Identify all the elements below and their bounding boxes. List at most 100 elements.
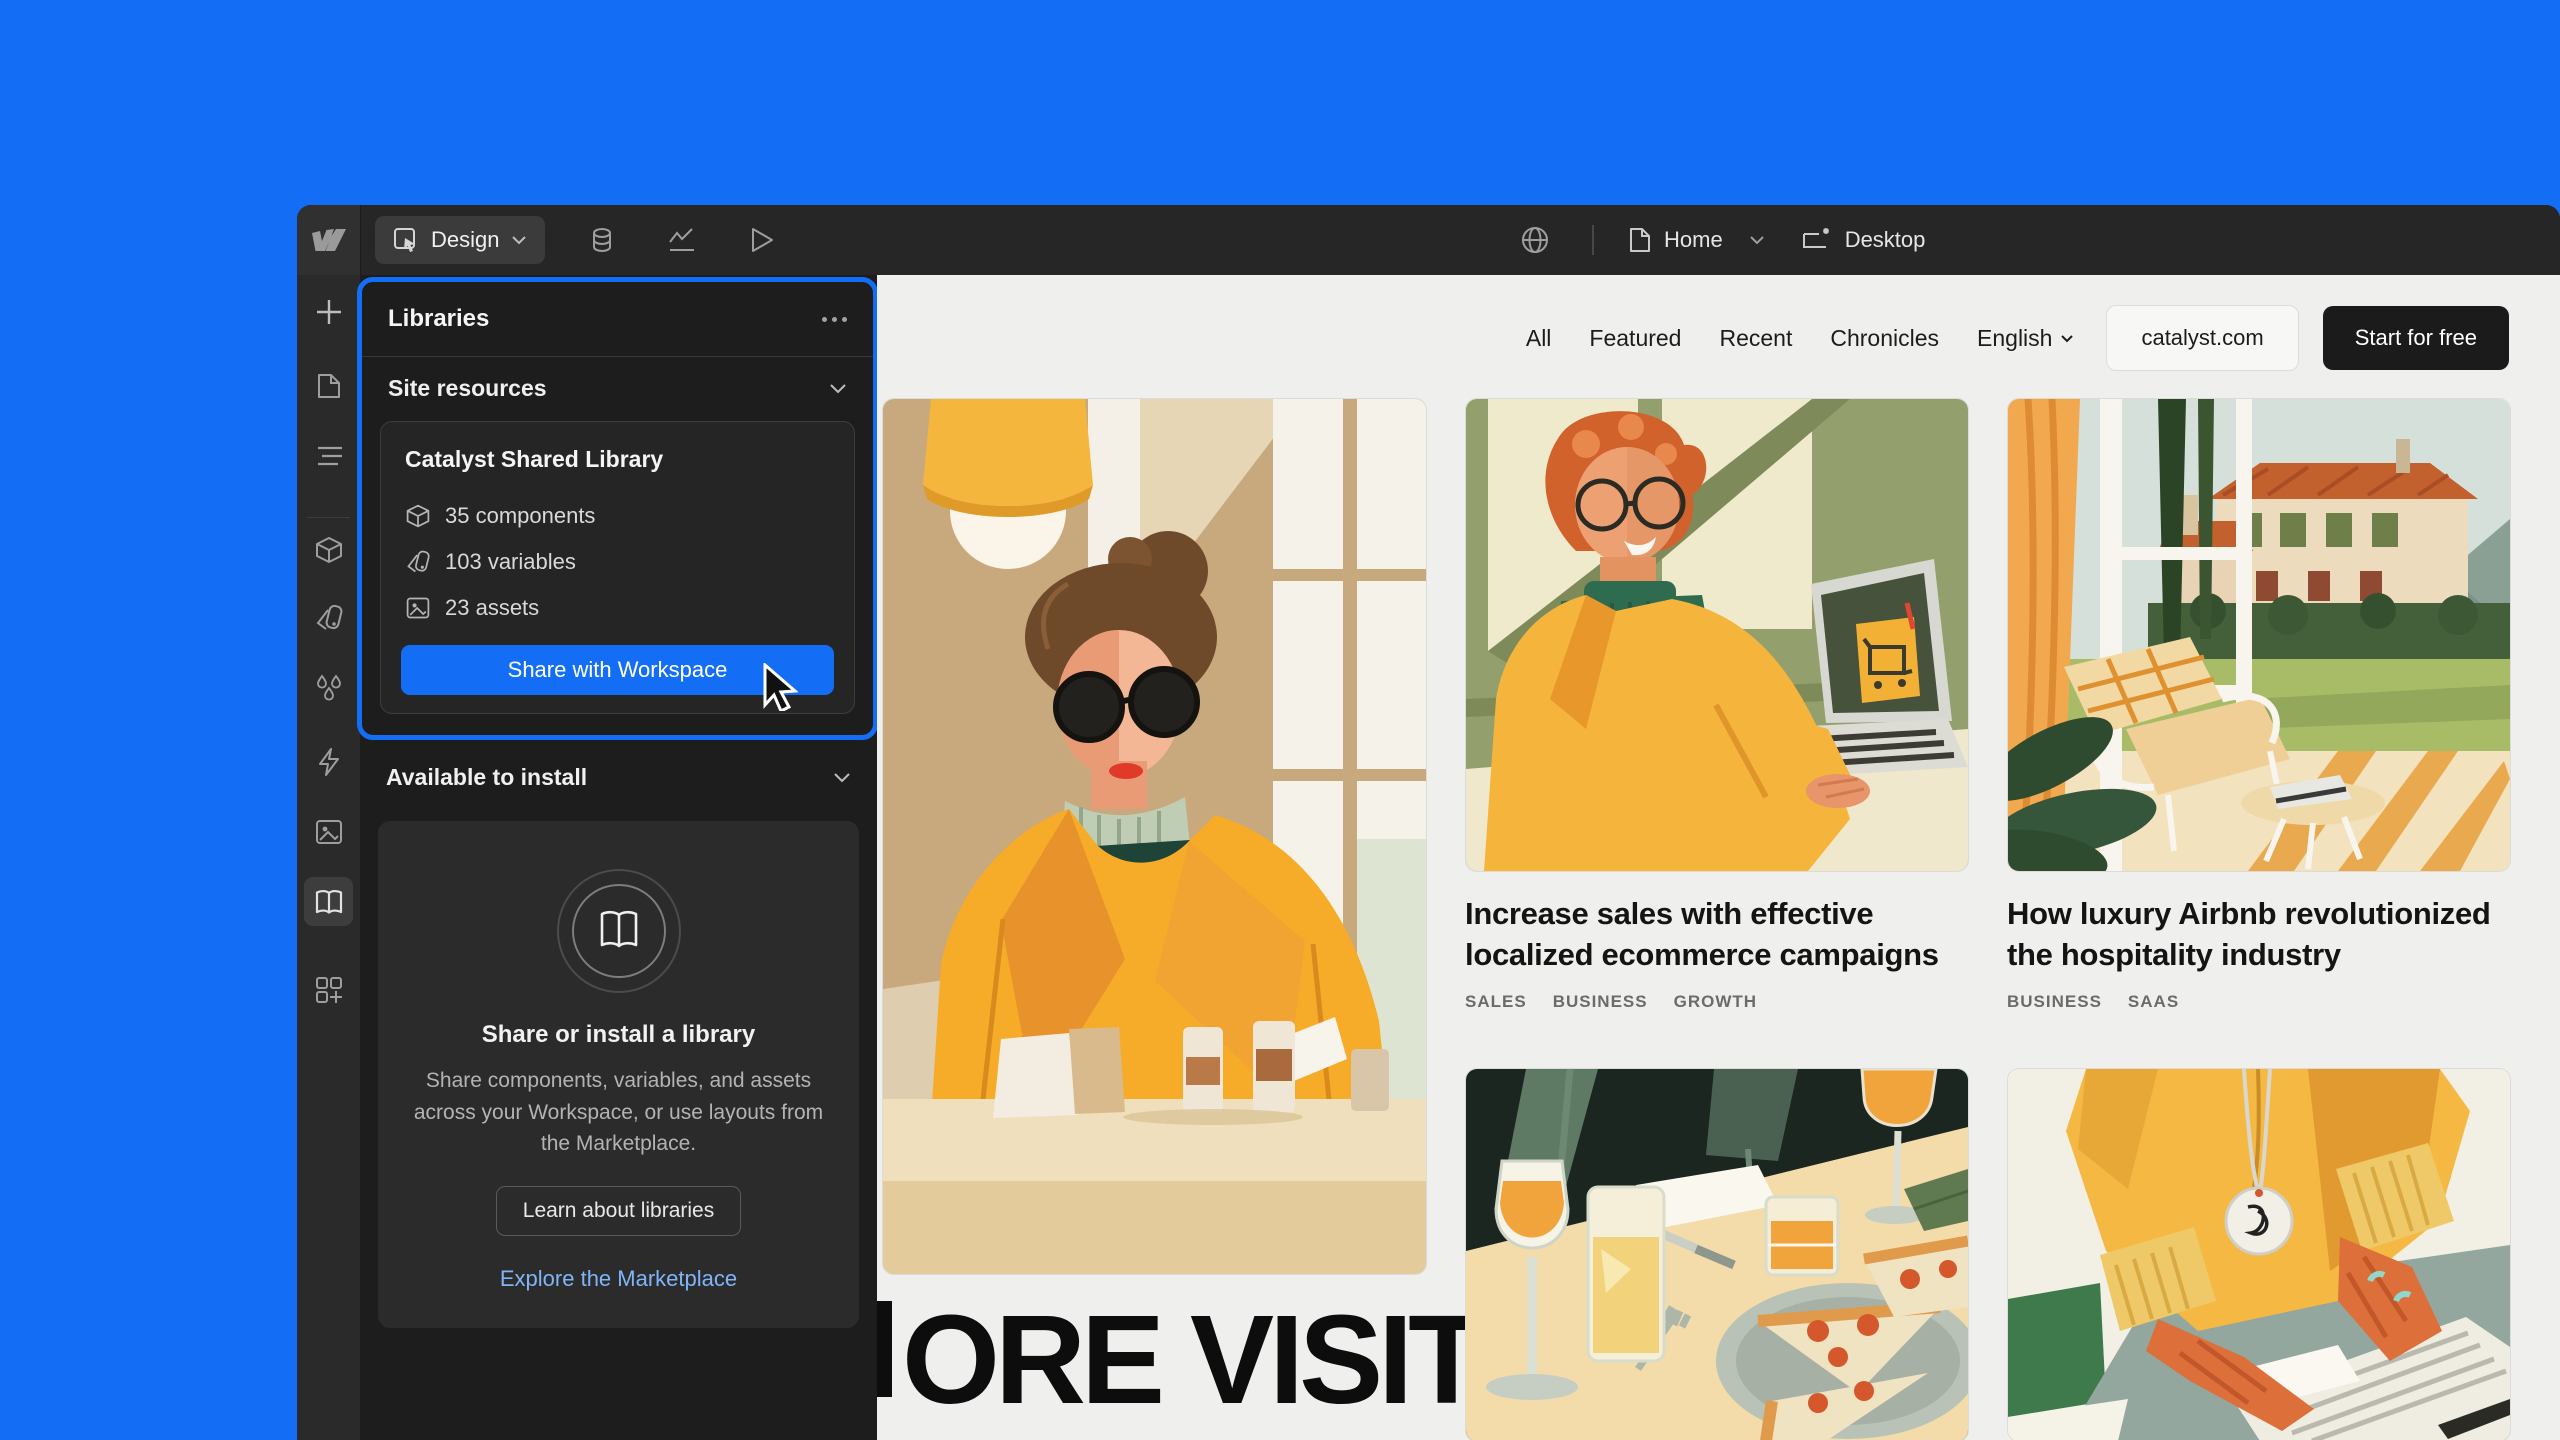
libraries-panel-column: Libraries Site resources Catalyst Shared… <box>360 275 877 1440</box>
left-toolbar <box>297 275 360 1440</box>
post-title: How luxury Airbnb revolutionized the hos… <box>2007 894 2509 976</box>
language-selector[interactable]: English <box>1977 325 2074 352</box>
featured-post-image[interactable] <box>882 398 1427 1275</box>
page-selector[interactable]: Home <box>1628 226 1765 254</box>
post-card-airbnb[interactable]: How luxury Airbnb revolutionized the hos… <box>2007 398 2509 1012</box>
panel-title: Libraries <box>388 305 489 333</box>
nav-link-chronicles[interactable]: Chronicles <box>1830 325 1939 352</box>
tag: GROWTH <box>1674 992 1757 1012</box>
library-stat-components: 35 components <box>401 493 834 539</box>
clipped-letter-stub <box>877 1301 892 1397</box>
library-circle-icon <box>555 867 683 995</box>
breakpoint-selector[interactable]: Desktop <box>1799 226 1926 254</box>
page-icon <box>1628 226 1652 254</box>
sidebar-item-navigator[interactable] <box>304 431 353 480</box>
language-label: English <box>1977 325 2052 352</box>
desktop-breakpoint-icon <box>1799 226 1833 254</box>
sidebar-item-assets[interactable] <box>304 807 353 856</box>
install-empty-card: Share or install a library Share compone… <box>378 821 859 1328</box>
design-canvas[interactable]: All Featured Recent Chronicles English c… <box>877 275 2560 1440</box>
nav-link-featured[interactable]: Featured <box>1589 325 1681 352</box>
preview-button[interactable] <box>739 217 785 263</box>
post-image-typing[interactable] <box>2007 1068 2511 1440</box>
sidebar-divider <box>307 517 350 518</box>
sidebar-item-libraries[interactable] <box>304 877 353 926</box>
toolbar-divider <box>1592 225 1594 255</box>
analytics-button[interactable] <box>659 217 705 263</box>
post-tags: SALES BUSINESS GROWTH <box>1465 992 1967 1012</box>
post-card-dinner[interactable] <box>1465 1068 1967 1440</box>
sidebar-item-components[interactable] <box>304 525 353 574</box>
tag: BUSINESS <box>1553 992 1648 1012</box>
library-stat-variables: 103 variables <box>401 539 834 585</box>
plus-icon <box>314 297 344 327</box>
available-label: Available to install <box>386 764 587 791</box>
sidebar-item-apps[interactable] <box>304 965 353 1014</box>
publish-button[interactable] <box>1512 217 1558 263</box>
droplets-icon <box>314 672 344 704</box>
stat-label: 35 components <box>445 503 595 529</box>
nav-link-recent[interactable]: Recent <box>1719 325 1792 352</box>
designer-window: Design <box>297 205 2560 1440</box>
featured-post-card[interactable]: ORE VISITS ESTING IN <box>882 398 1425 1275</box>
chevron-down-icon <box>511 235 527 245</box>
components-cube-icon <box>405 503 431 529</box>
nav-link-all[interactable]: All <box>1526 325 1552 352</box>
explore-marketplace-link[interactable]: Explore the Marketplace <box>412 1266 825 1292</box>
share-button-label: Share with Workspace <box>508 657 728 683</box>
library-stat-assets: 23 assets <box>401 585 834 631</box>
apps-grid-icon <box>314 975 344 1005</box>
variables-icon <box>405 549 431 575</box>
play-icon <box>749 226 775 254</box>
learn-button-label: Learn about libraries <box>523 1199 714 1223</box>
site-resources-label: Site resources <box>388 375 547 402</box>
site-resources-header[interactable]: Site resources <box>362 357 873 419</box>
sidebar-item-styles[interactable] <box>304 663 353 712</box>
tag: BUSINESS <box>2007 992 2102 1012</box>
library-name: Catalyst Shared Library <box>401 446 834 473</box>
featured-headline[interactable]: ORE VISITS ESTING IN <box>877 1293 1559 1440</box>
cms-button[interactable] <box>579 217 625 263</box>
tag: SALES <box>1465 992 1527 1012</box>
image-icon <box>314 818 344 846</box>
post-card-ecommerce[interactable]: Increase sales with effective localized … <box>1465 398 1967 1012</box>
webflow-logo-icon <box>312 229 346 251</box>
chevron-down-icon <box>1749 235 1765 245</box>
domain-button[interactable]: catalyst.com <box>2106 305 2298 371</box>
stat-label: 103 variables <box>445 549 576 575</box>
empty-state-title: Share or install a library <box>412 1021 825 1049</box>
breakpoint-label: Desktop <box>1845 227 1926 253</box>
post-image-dinner[interactable] <box>1465 1068 1969 1440</box>
sidebar-item-interactions[interactable] <box>304 737 353 786</box>
post-image-ecommerce[interactable] <box>1465 398 1969 872</box>
line-chart-icon <box>667 226 697 254</box>
design-mode-button[interactable]: Design <box>375 216 545 264</box>
post-image-airbnb[interactable] <box>2007 398 2511 872</box>
variables-icon <box>314 603 344 633</box>
top-toolbar: Design <box>297 205 2560 275</box>
post-card-typing[interactable] <box>2007 1068 2509 1440</box>
panel-menu-icon[interactable] <box>822 317 847 322</box>
sidebar-item-pages[interactable] <box>304 361 353 410</box>
components-cube-icon <box>314 535 344 565</box>
sidebar-item-variables[interactable] <box>304 593 353 642</box>
current-page-label: Home <box>1664 227 1723 253</box>
webflow-menu[interactable] <box>297 205 361 275</box>
chevron-down-icon <box>829 383 847 394</box>
globe-icon <box>1520 225 1550 255</box>
image-icon <box>405 595 431 621</box>
sidebar-item-add-elements[interactable] <box>304 287 353 336</box>
post-tags: BUSINESS SAAS <box>2007 992 2509 1012</box>
site-navigation: All Featured Recent Chronicles English c… <box>1526 305 2509 371</box>
available-to-install-section: Available to install Share or install a … <box>360 747 877 1328</box>
mouse-cursor <box>761 663 805 716</box>
empty-state-description: Share components, variables, and assets … <box>412 1065 825 1160</box>
database-icon <box>588 226 616 254</box>
start-for-free-button[interactable]: Start for free <box>2323 306 2509 370</box>
learn-about-libraries-button[interactable]: Learn about libraries <box>496 1186 741 1236</box>
chevron-down-icon <box>2060 334 2074 343</box>
available-header[interactable]: Available to install <box>360 747 877 807</box>
tag: SAAS <box>2128 992 2179 1012</box>
stat-label: 23 assets <box>445 595 539 621</box>
design-mode-label: Design <box>431 227 499 253</box>
